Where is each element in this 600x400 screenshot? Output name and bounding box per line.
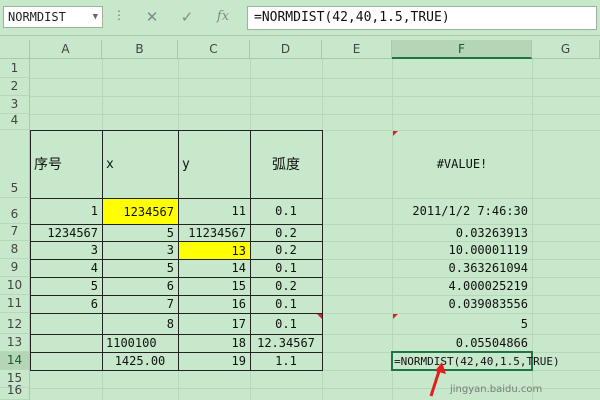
cell-d10[interactable]: 0.2 <box>250 277 322 295</box>
enter-check-icon[interactable]: ✓ <box>172 6 202 28</box>
row-header-1[interactable]: 1 <box>0 59 30 78</box>
table-line <box>30 295 323 296</box>
formula-bar-input[interactable]: =NORMDIST(42,40,1.5,TRUE) <box>247 6 597 30</box>
column-header-c[interactable]: C <box>178 40 250 59</box>
column-header-a[interactable]: A <box>30 40 102 59</box>
cell-c8[interactable]: 13 <box>179 242 250 259</box>
grid-line <box>30 114 600 115</box>
cell-d5-header[interactable]: 弧度 <box>250 130 322 198</box>
cell-f12[interactable]: 5 <box>392 313 532 334</box>
table-line <box>30 352 323 353</box>
cell-a6[interactable]: 1 <box>30 198 102 224</box>
cell-c6[interactable]: 11 <box>178 198 250 224</box>
cell-c10[interactable]: 15 <box>178 277 250 295</box>
cell-f9[interactable]: 0.363261094 <box>392 259 532 277</box>
row-header-4[interactable]: 4 <box>0 113 30 130</box>
cell-b6[interactable]: 1234567 <box>103 199 178 224</box>
cell-d12[interactable]: 0.1 <box>250 313 322 334</box>
cell-c12[interactable]: 17 <box>178 313 250 334</box>
cell-c7[interactable]: 11234567 <box>178 224 250 241</box>
red-arrow-icon <box>429 362 446 397</box>
cell-a8[interactable]: 3 <box>30 241 102 259</box>
cell-c11[interactable]: 16 <box>178 295 250 313</box>
table-line <box>30 198 323 199</box>
chevron-down-icon[interactable]: ▼ <box>93 7 98 27</box>
row-header-8[interactable]: 8 <box>0 241 30 259</box>
cell-d6[interactable]: 0.1 <box>250 198 322 224</box>
row-header-3[interactable]: 3 <box>0 96 30 114</box>
table-line <box>30 224 323 225</box>
column-header-e[interactable]: E <box>322 40 392 59</box>
cell-a10[interactable]: 5 <box>30 277 102 295</box>
cell-b14[interactable]: 1425.00 <box>102 352 178 370</box>
cell-a5-header[interactable]: 序号 <box>30 130 102 198</box>
cell-b5-header[interactable]: x <box>102 130 178 198</box>
table-line <box>30 277 323 278</box>
grid-line <box>532 59 533 400</box>
row-header-16[interactable]: 16 <box>0 383 30 400</box>
cell-f6[interactable]: 2011/1/2 7:46:30 <box>392 198 532 224</box>
row-header-5[interactable]: 5 <box>0 130 30 198</box>
cell-d14[interactable]: 1.1 <box>250 352 322 370</box>
cell-c13[interactable]: 18 <box>178 334 250 352</box>
cell-d8[interactable]: 0.2 <box>250 241 322 259</box>
cell-b12[interactable]: 8 <box>102 313 178 334</box>
cell-d13[interactable]: 12.34567 <box>250 334 322 352</box>
row-header-14[interactable]: 14 <box>0 352 30 370</box>
formula-toolbar: NORMDIST ▼ ⋮ ✕ ✓ fx =NORMDIST(42,40,1.5,… <box>0 0 600 36</box>
cell-b11[interactable]: 7 <box>102 295 178 313</box>
table-line <box>30 313 323 314</box>
error-indicator-icon[interactable] <box>317 314 322 319</box>
cell-f14-editing[interactable]: =NORMDIST(42,40,1.5,TRUE) <box>392 352 600 370</box>
row-header-7[interactable]: 7 <box>0 224 30 241</box>
cell-f11[interactable]: 0.039083556 <box>392 295 532 313</box>
cancel-icon[interactable]: ✕ <box>137 6 167 28</box>
row-header-11[interactable]: 11 <box>0 295 30 313</box>
cell-d11[interactable]: 0.1 <box>250 295 322 313</box>
column-header-b[interactable]: B <box>102 40 178 59</box>
grid-line <box>322 59 323 400</box>
column-header-f[interactable]: F <box>392 40 532 59</box>
cell-a7[interactable]: 1234567 <box>30 224 102 241</box>
name-box-value: NORMDIST <box>8 10 66 24</box>
cell-b8[interactable]: 3 <box>102 241 178 259</box>
cell-d7[interactable]: 0.2 <box>250 224 322 241</box>
table-line <box>30 241 323 242</box>
row-header-9[interactable]: 9 <box>0 259 30 277</box>
more-options-icon[interactable]: ⋮ <box>113 8 125 22</box>
cell-f5[interactable]: #VALUE! <box>392 130 532 198</box>
column-header-d[interactable]: D <box>250 40 322 59</box>
grid-line <box>30 96 600 97</box>
cell-f7[interactable]: 0.03263913 <box>392 224 532 241</box>
name-box[interactable]: NORMDIST ▼ <box>3 6 103 28</box>
cell-a11[interactable]: 6 <box>30 295 102 313</box>
table-line <box>30 259 323 260</box>
comment-indicator-icon[interactable] <box>393 131 398 136</box>
cell-f8[interactable]: 10.00001119 <box>392 241 532 259</box>
cell-f10[interactable]: 4.000025219 <box>392 277 532 295</box>
cell-c9[interactable]: 14 <box>178 259 250 277</box>
row-header-10[interactable]: 10 <box>0 277 30 295</box>
cell-b7[interactable]: 5 <box>102 224 178 241</box>
row-header-12[interactable]: 12 <box>0 313 30 334</box>
table-line <box>30 334 323 335</box>
cell-d9[interactable]: 0.1 <box>250 259 322 277</box>
grid-line <box>30 78 600 79</box>
row-header-2[interactable]: 2 <box>0 78 30 96</box>
cell-a9[interactable]: 4 <box>30 259 102 277</box>
row-header-13[interactable]: 13 <box>0 334 30 352</box>
cell-c5-header[interactable]: y <box>178 130 250 198</box>
cell-b9[interactable]: 5 <box>102 259 178 277</box>
comment-indicator-icon[interactable] <box>393 314 398 319</box>
column-header-g[interactable]: G <box>532 40 600 59</box>
watermark-text: jingyan.baidu.com <box>450 384 543 395</box>
cell-b13[interactable]: 1100100 <box>102 334 178 352</box>
insert-function-icon[interactable]: fx <box>208 6 238 28</box>
row-header-6[interactable]: 6 <box>0 198 30 224</box>
select-all-corner[interactable] <box>0 40 30 59</box>
cell-f13[interactable]: 0.05504866 <box>392 334 532 352</box>
cell-b10[interactable]: 6 <box>102 277 178 295</box>
cell-c14[interactable]: 19 <box>178 352 250 370</box>
